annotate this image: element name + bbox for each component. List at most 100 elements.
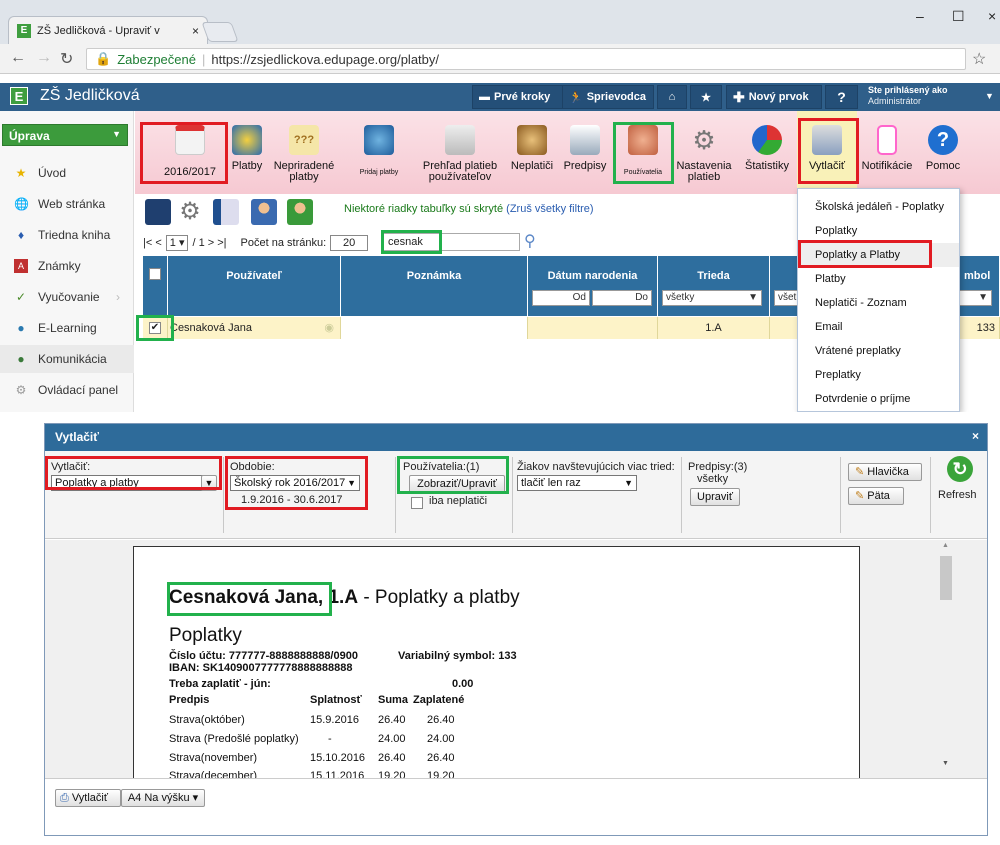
ribbon-pridaj-platby[interactable]: Pridaj platby — [351, 111, 407, 194]
save-icon[interactable] — [145, 199, 171, 225]
col-class[interactable]: Trieda všetky ▼ — [658, 256, 770, 316]
sidebar-item-label: Ovládací panel — [38, 383, 119, 397]
menu-item-neplatici-zoznam[interactable]: Neplatiči - Zoznam — [798, 291, 959, 315]
favorites-button[interactable]: ★ — [690, 85, 722, 109]
multi-class-select[interactable]: tlačiť len raz ▼ — [517, 475, 637, 491]
class-filter-value: všetky — [666, 292, 695, 303]
ribbon-notifikacie[interactable]: Notifikácie — [859, 111, 915, 194]
sidebar-item-triedna-kniha[interactable]: ♦ Triedna kniha — [0, 221, 134, 249]
menu-item-potvrdenie[interactable]: Potvrdenie o príjme — [798, 387, 959, 411]
ribbon-prehlad[interactable]: Prehľad platieb používateľov — [421, 111, 499, 194]
logged-in-info[interactable]: Ste prihlásený ako Administrátor — [868, 85, 948, 107]
account-dropdown-icon[interactable]: ▼ — [985, 91, 994, 101]
footer-button[interactable]: ✎ Päta — [848, 487, 904, 505]
school-name[interactable]: ZŠ Jedličková — [40, 87, 140, 105]
col-note[interactable]: Poznámka — [341, 256, 528, 316]
browser-tab[interactable]: E ZŠ Jedličková - Upraviť v × — [8, 16, 208, 44]
ribbon-label: Nastavenia platieb — [676, 160, 732, 183]
highlight-print — [798, 118, 859, 184]
menu-item-platby[interactable]: Platby — [798, 267, 959, 291]
doc-row-predpis: Strava(december) — [169, 770, 258, 778]
close-window-icon[interactable]: × — [988, 8, 996, 24]
scrollbar-thumb[interactable] — [940, 556, 952, 600]
col-birthdate[interactable]: Dátum narodenia Od Do — [528, 256, 658, 316]
minimize-icon[interactable]: – — [916, 8, 924, 24]
help-button[interactable]: ? — [825, 85, 858, 109]
birthdate-from-input[interactable]: Od — [532, 290, 590, 306]
back-icon[interactable]: ← — [10, 49, 26, 67]
new-tab-button[interactable] — [201, 22, 239, 42]
sidebar-item-vyucovanie[interactable]: ✓ Vyučovanie › — [0, 283, 134, 311]
refresh-label[interactable]: Refresh — [938, 489, 977, 501]
refresh-icon[interactable]: ↻ — [947, 456, 973, 482]
doc-row-suma: 26.40 — [378, 752, 406, 764]
sidebar-item-ovladaci-panel[interactable]: ⚙ Ovládací panel — [0, 376, 134, 404]
class-filter-select[interactable]: všetky ▼ — [662, 290, 762, 306]
logged-label: Ste prihlásený ako — [868, 85, 948, 95]
lightbulb-icon[interactable]: ◉ — [324, 317, 334, 339]
sidebar-header-uprava[interactable]: Úprava ▼ — [2, 124, 128, 146]
guide-button[interactable]: 🏃 Sprievodca — [562, 85, 654, 109]
ribbon-pomoc[interactable]: ? Pomoc — [923, 111, 963, 194]
tab-close-icon[interactable]: × — [192, 24, 199, 38]
ribbon-nastavenia[interactable]: ⚙ Nastavenia platieb — [673, 111, 735, 194]
print-dropdown-menu: Školská jedáleň - Poplatky Poplatky Popl… — [797, 188, 960, 412]
cell-birthdate — [528, 317, 658, 339]
doc-row-zaplatene: 26.40 — [427, 714, 455, 726]
menu-item-email[interactable]: Email — [798, 315, 959, 339]
search-icon[interactable]: ⚲ — [524, 231, 536, 251]
user-icon[interactable] — [251, 199, 277, 225]
sidebar-item-komunikacia[interactable]: ● Komunikácia — [0, 345, 134, 373]
sidebar-item-uvod[interactable]: ★ Úvod — [0, 159, 134, 187]
header-button[interactable]: ✎ Hlavička — [848, 463, 922, 481]
ribbon-platby[interactable]: Platby — [229, 111, 265, 194]
ribbon-predpisy[interactable]: Predpisy — [563, 111, 607, 194]
only-debtors-checkbox[interactable] — [411, 497, 423, 509]
menu-item-preplatky[interactable]: Preplatky — [798, 363, 959, 387]
doc-row-zaplatene: 19.20 — [427, 770, 455, 778]
sidebar-item-web[interactable]: 🌐 Web stránka — [0, 190, 134, 218]
preview-scrollbar[interactable]: ▲ ▼ — [940, 542, 954, 772]
sidebar-item-znamky[interactable]: A Známky — [0, 252, 134, 280]
multi-class-value: tlačiť len raz — [521, 477, 581, 489]
add-user-icon[interactable] — [287, 199, 313, 225]
reload-icon[interactable]: ↻ — [60, 49, 73, 69]
scroll-down-icon[interactable]: ▼ — [942, 760, 949, 767]
home-button[interactable]: ⌂ — [657, 85, 687, 109]
col-user[interactable]: Používateľ — [168, 256, 341, 316]
highlight-users-button — [397, 456, 509, 494]
print-button[interactable]: ⎙ Vytlačiť — [55, 789, 121, 807]
ribbon-neplatici[interactable]: Neplatiči — [507, 111, 557, 194]
url-field[interactable]: 🔒 Zabezpečené | https://zsjedlickova.edu… — [86, 48, 966, 70]
menu-item-vratene-preplatky[interactable]: Vrátené preplatky — [798, 339, 959, 363]
settings-icon[interactable]: ⚙ — [177, 199, 203, 225]
new-item-button[interactable]: ✚ Nový prvok — [726, 85, 822, 109]
address-bar: ← → ↻ 🔒 Zabezpečené | https://zsjedlicko… — [0, 44, 1000, 74]
forward-icon[interactable]: → — [36, 49, 52, 67]
ribbon-statistiky[interactable]: Štatistiky — [743, 111, 791, 194]
doc-row-predpis: Strava (Predošlé poplatky) — [169, 733, 299, 745]
toolbar-separator — [930, 457, 931, 533]
pager-next-last[interactable]: / 1 > >| — [192, 237, 226, 249]
edupage-logo-icon[interactable]: E — [10, 87, 28, 105]
doc-row-suma: 26.40 — [378, 714, 406, 726]
prescriptions-edit-button[interactable]: Upraviť — [690, 488, 740, 506]
menu-item-skolska-jedalen[interactable]: Školská jedáleň - Poplatky — [798, 195, 959, 219]
per-page-input[interactable]: 20 — [330, 235, 369, 251]
birthdate-to-input[interactable]: Do — [592, 290, 652, 306]
sidebar-item-elearning[interactable]: ● E-Learning — [0, 314, 134, 342]
first-steps-button[interactable]: ▬ Prvé kroky — [472, 85, 570, 109]
bookmark-star-icon[interactable]: ☆ — [972, 49, 986, 69]
pager-first-prev[interactable]: |< < — [143, 237, 162, 249]
page-select[interactable]: 1 ▾ — [165, 235, 189, 251]
sidebar-item-label: E-Learning — [38, 321, 97, 335]
browser-window: E ZŠ Jedličková - Upraviť v × – ☐ × ← → … — [0, 0, 1000, 412]
dialog-close-icon[interactable]: × — [972, 429, 979, 443]
clear-filters-link[interactable]: (Zruš všetky filtre) — [506, 203, 593, 215]
columns-icon[interactable] — [213, 199, 239, 225]
select-all-checkbox[interactable] — [149, 268, 161, 280]
ribbon-nepriradene[interactable]: ??? Nepriradené platby — [273, 111, 335, 194]
scroll-up-icon[interactable]: ▲ — [942, 542, 949, 549]
maximize-icon[interactable]: ☐ — [952, 8, 965, 25]
paper-format-button[interactable]: A4 Na výšku ▾ — [121, 789, 205, 807]
